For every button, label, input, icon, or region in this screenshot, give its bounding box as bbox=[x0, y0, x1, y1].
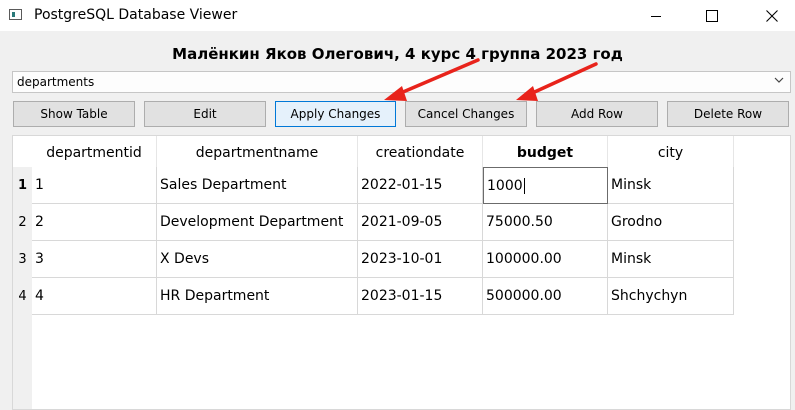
data-table[interactable]: departmentid departmentname creationdate… bbox=[12, 135, 791, 410]
row-number[interactable]: 4 bbox=[13, 278, 32, 315]
column-header-budget[interactable]: budget bbox=[483, 136, 608, 170]
text-caret bbox=[523, 177, 525, 194]
chevron-down-icon bbox=[774, 77, 784, 83]
cancel-changes-button[interactable]: Cancel Changes bbox=[405, 101, 527, 127]
table-cell[interactable]: 100000.00 bbox=[483, 241, 608, 278]
table-cell[interactable]: 500000.00 bbox=[483, 278, 608, 315]
show-table-button[interactable]: Show Table bbox=[13, 101, 135, 127]
table-cell[interactable]: 3 bbox=[32, 241, 157, 278]
budget-edit-field[interactable]: 1000 bbox=[483, 167, 608, 204]
table-cell[interactable]: 2022-01-15 bbox=[358, 167, 483, 204]
column-header-departmentid[interactable]: departmentid bbox=[32, 136, 157, 170]
table-cell[interactable]: 2023-01-15 bbox=[358, 278, 483, 315]
title-bar: PostgreSQL Database Viewer bbox=[0, 0, 795, 31]
table-cell[interactable]: HR Department bbox=[157, 278, 358, 315]
table-select[interactable]: departments bbox=[12, 71, 791, 93]
row-number[interactable]: 2 bbox=[13, 204, 32, 241]
table-cell[interactable]: 2021-09-05 bbox=[358, 204, 483, 241]
table-cell[interactable]: 1 bbox=[32, 167, 157, 204]
close-button[interactable] bbox=[749, 0, 795, 31]
table-cell[interactable]: 75000.50 bbox=[483, 204, 608, 241]
app-icon bbox=[9, 9, 22, 20]
close-icon bbox=[766, 9, 778, 22]
table-cell[interactable]: X Devs bbox=[157, 241, 358, 278]
maximize-button[interactable] bbox=[689, 0, 735, 31]
minimize-button[interactable] bbox=[633, 0, 679, 31]
table-cell[interactable]: Grodno bbox=[608, 204, 734, 241]
maximize-icon bbox=[706, 9, 718, 22]
budget-edit-value: 1000 bbox=[487, 177, 523, 194]
row-number[interactable]: 1 bbox=[13, 167, 32, 204]
apply-changes-button[interactable]: Apply Changes bbox=[275, 101, 396, 127]
table-cell[interactable]: 2023-10-01 bbox=[358, 241, 483, 278]
table-cell[interactable]: Shchychyn bbox=[608, 278, 734, 315]
delete-row-button[interactable]: Delete Row bbox=[667, 101, 789, 127]
table-cell[interactable]: 2 bbox=[32, 204, 157, 241]
column-header-departmentname[interactable]: departmentname bbox=[157, 136, 358, 170]
page-heading: Малёнкин Яков Олегович, 4 курс 4 группа … bbox=[172, 45, 623, 63]
add-row-button[interactable]: Add Row bbox=[536, 101, 658, 127]
row-number[interactable]: 3 bbox=[13, 241, 32, 278]
edit-button[interactable]: Edit bbox=[144, 101, 266, 127]
table-cell[interactable]: Sales Department bbox=[157, 167, 358, 204]
minimize-icon bbox=[651, 15, 661, 17]
window-title: PostgreSQL Database Viewer bbox=[34, 7, 238, 23]
table-cell[interactable]: Development Department bbox=[157, 204, 358, 241]
column-header-city[interactable]: city bbox=[608, 136, 734, 170]
table-cell[interactable]: Minsk bbox=[608, 241, 734, 278]
column-header-creationdate[interactable]: creationdate bbox=[358, 136, 483, 170]
table-cell[interactable]: Minsk bbox=[608, 167, 734, 204]
table-select-value: departments bbox=[17, 75, 95, 89]
table-cell[interactable]: 4 bbox=[32, 278, 157, 315]
